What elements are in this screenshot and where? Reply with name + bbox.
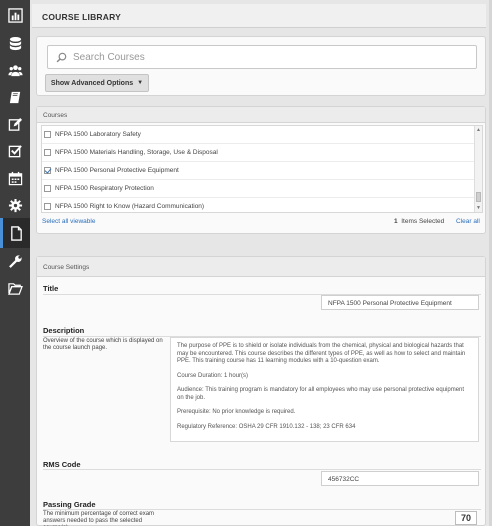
search-placeholder: Search Courses: [73, 51, 145, 63]
folder-open-icon[interactable]: [0, 273, 30, 303]
course-checkbox[interactable]: [44, 167, 51, 174]
edit-icon[interactable]: [0, 109, 30, 139]
gear-icon[interactable]: [0, 190, 30, 220]
show-advanced-options-button[interactable]: Show Advanced Options ▼: [45, 74, 149, 92]
course-label: NFPA 1500 Right to Know (Hazard Communic…: [55, 203, 205, 210]
description-paragraph: Regulatory Reference: OSHA 29 CFR 1910.1…: [177, 423, 356, 430]
description-label: Description: [43, 326, 85, 335]
course-label: NFPA 1500 Personal Protective Equipment: [55, 167, 179, 174]
checklist-icon[interactable]: [0, 136, 30, 166]
scroll-down-icon[interactable]: ▼: [476, 205, 481, 211]
scroll-up-icon[interactable]: ▲: [476, 127, 481, 133]
document-icon[interactable]: [0, 218, 30, 248]
course-list-scrollbar[interactable]: ▲ ▼: [474, 126, 482, 212]
caret-down-icon: ▼: [137, 80, 144, 86]
sidebar: [0, 0, 30, 526]
description-paragraph: Audience: This training program is manda…: [177, 387, 465, 401]
bar-chart-icon[interactable]: [0, 0, 30, 30]
rms-code-field[interactable]: 456732CC: [321, 471, 479, 486]
course-settings-panel: Course Settings Title NFPA 1500 Personal…: [36, 256, 486, 526]
title-label: Title: [43, 284, 59, 293]
search-icon: [56, 52, 67, 62]
selected-count: 1: [394, 218, 398, 225]
passing-grade-field[interactable]: 70: [455, 511, 477, 525]
course-checkbox[interactable]: [44, 185, 51, 192]
divider: [43, 509, 481, 510]
course-label: NFPA 1500 Respiratory Protection: [55, 185, 154, 192]
passing-grade-help: The minimum percentage of correct exam a…: [43, 511, 155, 526]
description-field[interactable]: The purpose of PPE is to shield or isola…: [170, 337, 479, 442]
list-item[interactable]: NFPA 1500 Materials Handling, Storage, U…: [42, 144, 482, 162]
list-item[interactable]: NFPA 1500 Right to Know (Hazard Communic…: [42, 198, 482, 212]
course-checkbox[interactable]: [44, 149, 51, 156]
course-list[interactable]: NFPA 1500 Laboratory Safety NFPA 1500 Ma…: [41, 125, 483, 213]
select-all-viewable-link[interactable]: Select all viewable: [42, 218, 95, 225]
list-item[interactable]: NFPA 1500 Laboratory Safety: [42, 126, 482, 144]
description-paragraph: Prerequisite: No prior knowledge is requ…: [177, 409, 296, 415]
clear-all-link[interactable]: Clear all: [456, 218, 480, 225]
course-checkbox[interactable]: [44, 131, 51, 138]
description-paragraph: The purpose of PPE is to shield or isola…: [177, 343, 466, 364]
description-help: Overview of the course which is displaye…: [43, 338, 163, 351]
list-item[interactable]: NFPA 1500 Personal Protective Equipment: [42, 162, 482, 180]
selected-suffix: Items Selected: [401, 218, 445, 225]
description-paragraph: Course Duration: 1 hour(s): [177, 372, 249, 379]
search-panel: Search Courses Show Advanced Options ▼: [36, 36, 486, 96]
course-settings-header: Course Settings: [37, 257, 485, 277]
list-item[interactable]: NFPA 1500 Respiratory Protection: [42, 180, 482, 198]
rms-code-label: RMS Code: [43, 460, 81, 469]
title-field[interactable]: NFPA 1500 Personal Protective Equipment: [321, 295, 479, 310]
advanced-options-label: Show Advanced Options: [50, 79, 134, 87]
course-label: NFPA 1500 Laboratory Safety: [55, 131, 141, 138]
courses-panel: Courses NFPA 1500 Laboratory Safety NFPA…: [36, 106, 486, 234]
passing-grade-label: Passing Grade: [43, 500, 96, 509]
courses-header: Courses: [37, 107, 485, 123]
page-header: COURSE LIBRARY: [32, 4, 486, 28]
calendar-icon[interactable]: [0, 163, 30, 193]
page-title: COURSE LIBRARY: [42, 12, 121, 22]
course-label: NFPA 1500 Materials Handling, Storage, U…: [55, 149, 218, 156]
scroll-thumb[interactable]: [476, 192, 481, 202]
users-icon[interactable]: [0, 55, 30, 85]
book-icon[interactable]: [0, 82, 30, 112]
search-input[interactable]: Search Courses: [47, 45, 477, 69]
divider: [43, 469, 481, 470]
items-selected-count: 1 Items Selected: [394, 218, 444, 225]
database-icon[interactable]: [0, 28, 30, 58]
course-checkbox[interactable]: [44, 203, 51, 210]
wrench-icon[interactable]: [0, 246, 30, 276]
